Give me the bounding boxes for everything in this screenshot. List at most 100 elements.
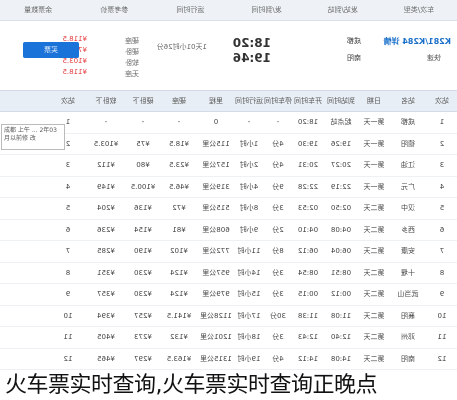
cell: 22:28 bbox=[297, 182, 319, 191]
th: 运行时间 bbox=[235, 97, 263, 105]
cell: ¥136 bbox=[134, 204, 152, 212]
cell: ¥297 bbox=[134, 354, 152, 363]
cell: 4 bbox=[439, 182, 445, 191]
station-name-link[interactable]: 南阳 bbox=[389, 349, 427, 370]
cell: 7 bbox=[439, 247, 445, 255]
station-name-link[interactable]: 武当山 bbox=[389, 284, 427, 305]
cell: 起点站 bbox=[330, 118, 352, 126]
cell: 2 bbox=[439, 139, 445, 148]
station-rows: 1 成都 第一天 起点站 18:20 - - 0 - - - 1 2 德阳 第一天 19:26 19:30 4分 1… bbox=[0, 112, 457, 370]
station-name-link[interactable]: 成都 bbox=[389, 112, 427, 133]
table-row: 4 广元 第一天 22:19 22:28 9分 4小时 319公里 ¥46.5 ¥100.5 ¥14… bbox=[0, 176, 457, 198]
cell: 第一天 bbox=[363, 139, 385, 148]
cell: 4分 bbox=[272, 161, 284, 169]
table-row: 7 安康 第二天 06:04 06:12 8分 11小时 772公里 ¥102 ¥190 ¥285 7 bbox=[0, 241, 457, 263]
th: 软卧下 bbox=[95, 97, 117, 105]
table-row: 2 德阳 第一天 19:26 19:30 4分 1小时 115公里 ¥18.5 ¥75 ¥103.5… bbox=[0, 133, 457, 155]
cell: 00:12 bbox=[330, 290, 352, 298]
buy-ticket-button[interactable]: 买票 bbox=[23, 42, 79, 58]
cell: ¥23.5 bbox=[168, 161, 190, 169]
cell: 第二天 bbox=[363, 290, 385, 298]
cell: ¥75 bbox=[136, 139, 150, 148]
table-row: 1 成都 第一天 起点站 18:20- -0- - -1 bbox=[0, 112, 457, 134]
station-name-link[interactable]: 邓州 bbox=[389, 327, 427, 348]
cell: - bbox=[177, 118, 181, 126]
cell: 11:38 bbox=[297, 311, 319, 320]
cell: 9小时 bbox=[239, 225, 259, 234]
station-name-link[interactable]: 十堰 bbox=[389, 263, 427, 284]
cell: - bbox=[276, 118, 280, 126]
th: 硬卧下 bbox=[132, 97, 154, 105]
cell: ¥124 bbox=[170, 268, 188, 277]
cell: 8小时 bbox=[239, 204, 259, 212]
cell: 18小时 bbox=[237, 333, 261, 341]
train-number-link[interactable]: K281/K284 详情 bbox=[383, 36, 451, 47]
th: 站次 bbox=[435, 97, 449, 105]
cell: 1 bbox=[439, 118, 445, 126]
cell: 11 bbox=[63, 333, 73, 341]
cell: 第一天 bbox=[363, 118, 385, 126]
cell: ¥230 bbox=[134, 290, 152, 298]
station-name-link[interactable]: 西乡 bbox=[389, 220, 427, 241]
cell: ¥163.5 bbox=[166, 354, 192, 363]
cell: 4分 bbox=[272, 354, 284, 363]
seat-type: 软卧 bbox=[125, 59, 139, 67]
cell: 7 bbox=[65, 247, 71, 255]
cell: 772公里 bbox=[202, 247, 230, 255]
cell: 00:15 bbox=[297, 290, 319, 298]
th: 硬座 bbox=[172, 97, 186, 105]
seat-types: 硬座 硬卧 软卧 无座 bbox=[125, 36, 139, 80]
depart-station: 成都 bbox=[347, 37, 361, 45]
arrive-time: 19:46 bbox=[232, 51, 271, 65]
cell: 9 bbox=[65, 290, 71, 298]
header-col: 车次/类型 bbox=[403, 6, 435, 14]
cell: ¥141.5 bbox=[166, 311, 192, 320]
cell: 19:26 bbox=[330, 139, 352, 148]
cell: 第二天 bbox=[363, 311, 385, 320]
arrive-station: 南阳 bbox=[347, 54, 361, 62]
cell: 157公里 bbox=[202, 161, 230, 169]
cell: ¥154 bbox=[134, 225, 152, 234]
table-row: 10 襄阳 第二天 11:08 11:38 30分 17小时 1128公里 ¥141.5 ¥257… bbox=[0, 305, 457, 327]
station-name-link[interactable]: 德阳 bbox=[389, 134, 427, 155]
seat-type: 无座 bbox=[125, 70, 139, 78]
cell: 5 bbox=[439, 204, 445, 212]
th: 站名 bbox=[401, 97, 415, 105]
cell: 1128公里 bbox=[200, 311, 232, 320]
header-col: 发/到时间 bbox=[251, 6, 282, 14]
cell: 4 bbox=[65, 182, 71, 191]
depart-time: 18:20 bbox=[232, 36, 271, 50]
mirrored-screenshot: 车次/类型 发站/到站 发/到时间 运行时间 参考票价 余票数量 K281/K2… bbox=[0, 0, 457, 370]
cell: ¥132 bbox=[170, 333, 188, 341]
cell: ¥273 bbox=[134, 333, 152, 341]
th: 里程 bbox=[209, 97, 223, 105]
table-row: 8 十堰 第二天 08:51 08:54 3分 14小时 957公里 ¥124 ¥230 ¥351 8 bbox=[0, 262, 457, 284]
cell: 4小时 bbox=[239, 182, 259, 191]
cell: ¥236 bbox=[97, 225, 115, 234]
cell: 02:53 bbox=[297, 204, 319, 212]
cell: 1小时 bbox=[239, 139, 259, 148]
cell: ¥257 bbox=[134, 311, 152, 320]
station-name-link[interactable]: 江油 bbox=[389, 155, 427, 176]
cell: 12:40 bbox=[330, 333, 352, 341]
th: 到站时间 bbox=[327, 97, 355, 105]
cell: 第一天 bbox=[363, 182, 385, 191]
cell: 3分 bbox=[272, 268, 284, 277]
table-row: 3 江油 第一天 20:27 20:31 4分 2小时 157公里 ¥23.5 ¥80 ¥112 3 bbox=[0, 155, 457, 177]
cell: 20:31 bbox=[297, 161, 319, 169]
cell: 19:30 bbox=[297, 139, 319, 148]
table-row: 11 邓州 第二天 12:40 12:43 3分 18小时 1201公里 ¥132 ¥273 ¥40… bbox=[0, 327, 457, 349]
th: 开车时间 bbox=[294, 97, 322, 105]
cell: 12 bbox=[437, 354, 447, 363]
cell: 6 bbox=[439, 225, 445, 234]
cell: ¥80 bbox=[136, 161, 150, 169]
cell: 08:51 bbox=[330, 268, 352, 277]
station-name-link[interactable]: 汉中 bbox=[389, 198, 427, 219]
cell: ¥394 bbox=[97, 311, 115, 320]
station-name-link[interactable]: 安康 bbox=[389, 241, 427, 262]
cell: 3分 bbox=[272, 333, 284, 341]
station-name-link[interactable]: 襄阳 bbox=[389, 306, 427, 327]
seat-type: 硬座 bbox=[125, 37, 139, 45]
station-name-link[interactable]: 广元 bbox=[389, 177, 427, 198]
cell: 979公里 bbox=[202, 290, 230, 298]
